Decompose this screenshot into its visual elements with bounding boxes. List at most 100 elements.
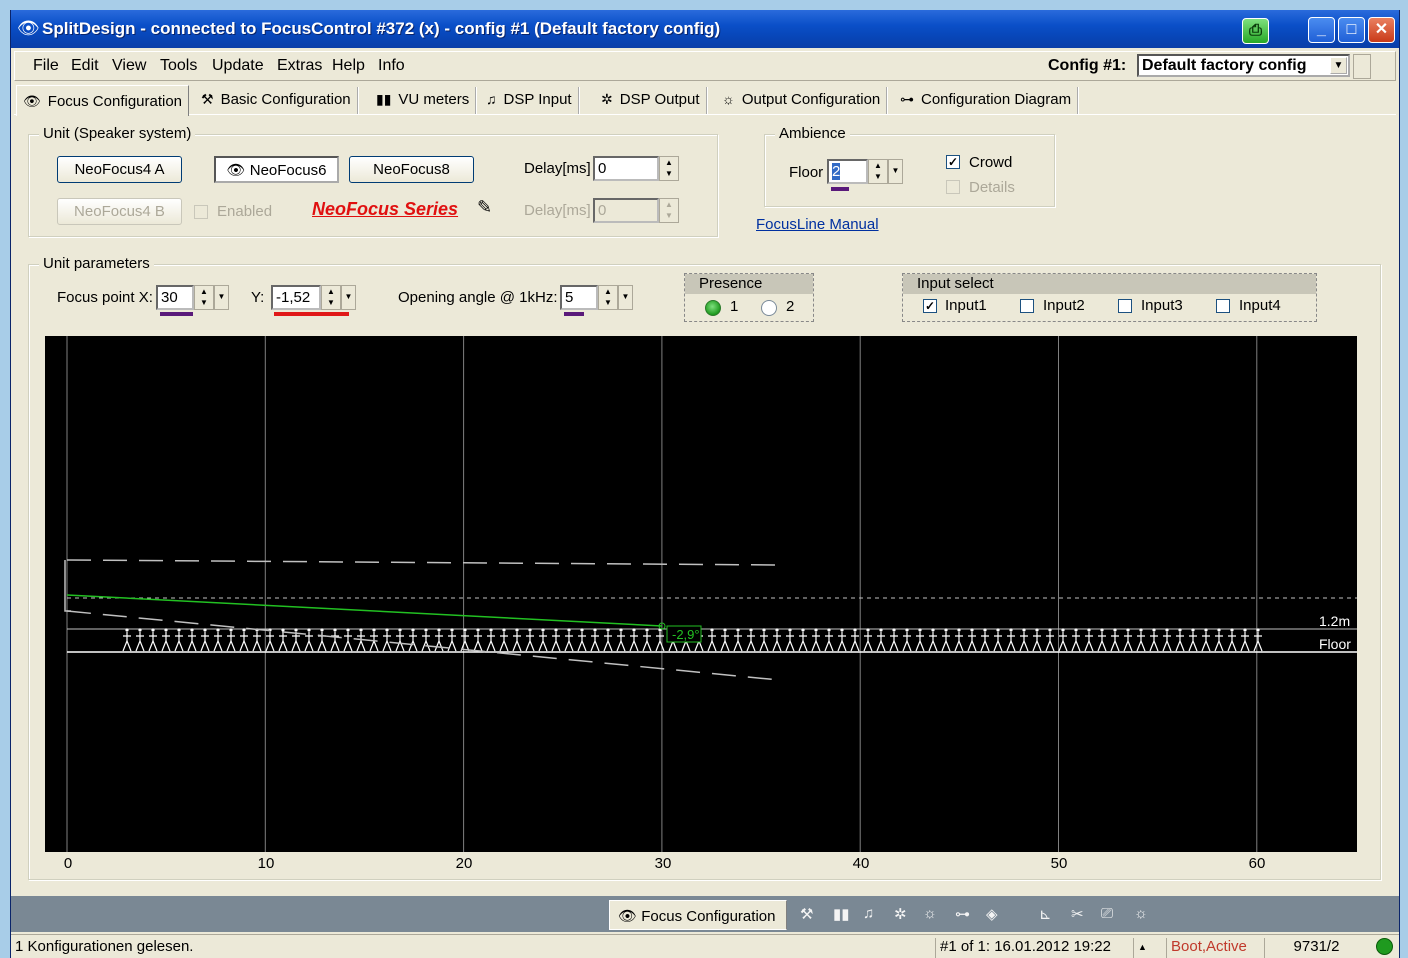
crowd-checkbox[interactable]: ✓ bbox=[946, 155, 960, 169]
beam-center-line bbox=[66, 594, 663, 627]
dsp-output-icon: ✲ bbox=[601, 91, 613, 107]
x-tick: 60 bbox=[1248, 855, 1266, 872]
tab-focus-configuration[interactable]: 👁 Focus Configuration bbox=[16, 85, 190, 116]
crowd-figure bbox=[1175, 628, 1185, 652]
config-spinner[interactable] bbox=[1353, 54, 1371, 79]
dsp-output-icon[interactable]: ✲ bbox=[894, 905, 907, 923]
chevron-down-icon[interactable]: ▼ bbox=[1330, 57, 1347, 74]
crowd-figure bbox=[330, 628, 340, 652]
sun-icon[interactable]: ☼ bbox=[1134, 905, 1148, 922]
status-spinner[interactable]: ▲ bbox=[1133, 938, 1151, 958]
scissors-icon[interactable]: ✂ bbox=[1071, 905, 1084, 923]
delay2-spinner[interactable]: ▲ ▼ bbox=[659, 198, 679, 223]
focus-x-input[interactable]: 30 bbox=[156, 285, 194, 310]
tab-output-configuration[interactable]: ☼ Output Configuration bbox=[716, 87, 889, 114]
delay-spinner[interactable]: ▲ ▼ bbox=[659, 156, 679, 181]
input4-checkbox[interactable] bbox=[1216, 299, 1230, 313]
crowd-figure bbox=[486, 628, 496, 652]
floor-input[interactable]: 2 bbox=[827, 159, 868, 184]
tab-dsp-input[interactable]: ♫ DSP Input bbox=[480, 87, 580, 114]
input2-checkbox[interactable] bbox=[1020, 299, 1034, 313]
focus-configuration-label: Focus Configuration bbox=[641, 908, 776, 925]
tab-configuration-diagram[interactable]: ⊶ Configuration Diagram bbox=[894, 87, 1080, 114]
vu-meter-icon[interactable]: ▮▮ bbox=[833, 905, 850, 923]
menu-update[interactable]: Update bbox=[212, 57, 264, 75]
y-input[interactable]: -1,52 bbox=[271, 285, 321, 310]
beam-plot[interactable]: -2,9° 1.2m Floor bbox=[45, 336, 1357, 852]
neofocus4a-button[interactable]: NeoFocus4 A bbox=[57, 156, 182, 183]
chevron-down-icon[interactable]: ▼ bbox=[618, 285, 633, 310]
menu-info[interactable]: Info bbox=[378, 57, 405, 75]
mask-icon[interactable]: ◈ bbox=[986, 905, 998, 923]
crowd-figure bbox=[811, 628, 821, 652]
presence-title: Presence bbox=[685, 274, 813, 294]
neofocus-series-link[interactable]: NeoFocus Series bbox=[312, 199, 458, 220]
chevron-down-icon[interactable]: ▼ bbox=[341, 285, 356, 310]
menu-tools[interactable]: Tools bbox=[160, 57, 197, 75]
edit-icon[interactable]: ✎ bbox=[477, 197, 492, 218]
crowd-figure bbox=[1188, 628, 1198, 652]
delay-input[interactable]: 0 bbox=[593, 156, 659, 181]
menu-extras[interactable]: Extras bbox=[277, 57, 322, 75]
maximize-button[interactable]: □ bbox=[1338, 17, 1365, 43]
menu-bar: File Edit View Tools Update Extras Help … bbox=[14, 51, 1396, 81]
printer-icon[interactable]: ⎙ bbox=[1242, 18, 1269, 44]
menu-help[interactable]: Help bbox=[332, 57, 365, 75]
crowd-figure bbox=[187, 628, 197, 652]
input1-checkbox[interactable]: ✓ bbox=[923, 299, 937, 313]
minimize-button[interactable]: _ bbox=[1308, 17, 1335, 43]
crowd-figure bbox=[642, 628, 652, 652]
beam-plot-svg: -2,9° 1.2m Floor bbox=[64, 336, 1357, 852]
tab-basic-configuration[interactable]: ⚒ Basic Configuration bbox=[195, 87, 359, 114]
presence-radio-2[interactable] bbox=[761, 300, 777, 316]
config-select[interactable]: Default factory config ▼ bbox=[1137, 54, 1350, 77]
crowd-figure bbox=[629, 628, 639, 652]
chevron-down-icon[interactable]: ▼ bbox=[888, 159, 903, 184]
height-label: 1.2m bbox=[1319, 613, 1350, 629]
input3-checkbox[interactable] bbox=[1118, 299, 1132, 313]
crowd-figure bbox=[1110, 628, 1120, 652]
crowd-figure bbox=[1123, 628, 1133, 652]
output-config-icon[interactable]: ☼ bbox=[923, 905, 937, 922]
opening-angle-spinner[interactable]: ▲ ▼ bbox=[598, 285, 618, 310]
enabled-checkbox[interactable] bbox=[194, 205, 208, 219]
focusline-manual-link[interactable]: FocusLine Manual bbox=[756, 216, 879, 233]
floor-label: Floor bbox=[789, 164, 824, 181]
neofocus4b-button[interactable]: NeoFocus4 B bbox=[57, 198, 182, 225]
delay2-input[interactable]: 0 bbox=[593, 198, 659, 223]
graph-icon[interactable]: ⊾ bbox=[1039, 905, 1052, 923]
crowd-figure bbox=[967, 628, 977, 652]
floor-spinner[interactable]: ▲ ▼ bbox=[868, 159, 888, 184]
presence-radio-1[interactable] bbox=[705, 300, 721, 316]
focus-x-spinner[interactable]: ▲ ▼ bbox=[194, 285, 214, 310]
status-state: Boot,Active bbox=[1166, 938, 1247, 958]
y-spinner[interactable]: ▲ ▼ bbox=[321, 285, 341, 310]
camera-icon[interactable]: ⎚ bbox=[1101, 905, 1113, 922]
tab-dsp-output[interactable]: ✲ DSP Output bbox=[595, 87, 708, 114]
chevron-down-icon[interactable]: ▼ bbox=[214, 285, 229, 310]
close-button[interactable]: ✕ bbox=[1368, 17, 1395, 43]
neofocus6-button[interactable]: 👁 NeoFocus6 bbox=[214, 156, 339, 183]
crowd-figure bbox=[226, 628, 236, 652]
opening-angle-input[interactable]: 5 bbox=[560, 285, 598, 310]
crowd-figure bbox=[1201, 628, 1211, 652]
floor-label-plot: Floor bbox=[1319, 636, 1351, 652]
crowd-figure bbox=[577, 628, 587, 652]
x-tick: 50 bbox=[1050, 855, 1068, 872]
tab-vu-meters[interactable]: ▮▮ VU meters bbox=[370, 87, 478, 114]
hammer-icon[interactable]: ⚒ bbox=[800, 905, 813, 923]
angle-label: -2,9° bbox=[672, 627, 700, 642]
menu-file[interactable]: File bbox=[33, 57, 59, 75]
neofocus8-button[interactable]: NeoFocus8 bbox=[349, 156, 474, 183]
menu-edit[interactable]: Edit bbox=[71, 57, 99, 75]
diagram-icon[interactable]: ⊶ bbox=[955, 905, 970, 923]
title-bar[interactable]: 👁 SplitDesign - connected to FocusContro… bbox=[11, 10, 1399, 48]
crowd-figure bbox=[1006, 628, 1016, 652]
dsp-input-icon[interactable]: ♫ bbox=[863, 905, 874, 922]
details-checkbox[interactable] bbox=[946, 180, 960, 194]
focus-configuration-button[interactable]: 👁 Focus Configuration bbox=[609, 900, 787, 930]
crowd-figure bbox=[863, 628, 873, 652]
crowd-figure bbox=[525, 628, 535, 652]
menu-view[interactable]: View bbox=[112, 57, 146, 75]
crowd-figure bbox=[850, 628, 860, 652]
